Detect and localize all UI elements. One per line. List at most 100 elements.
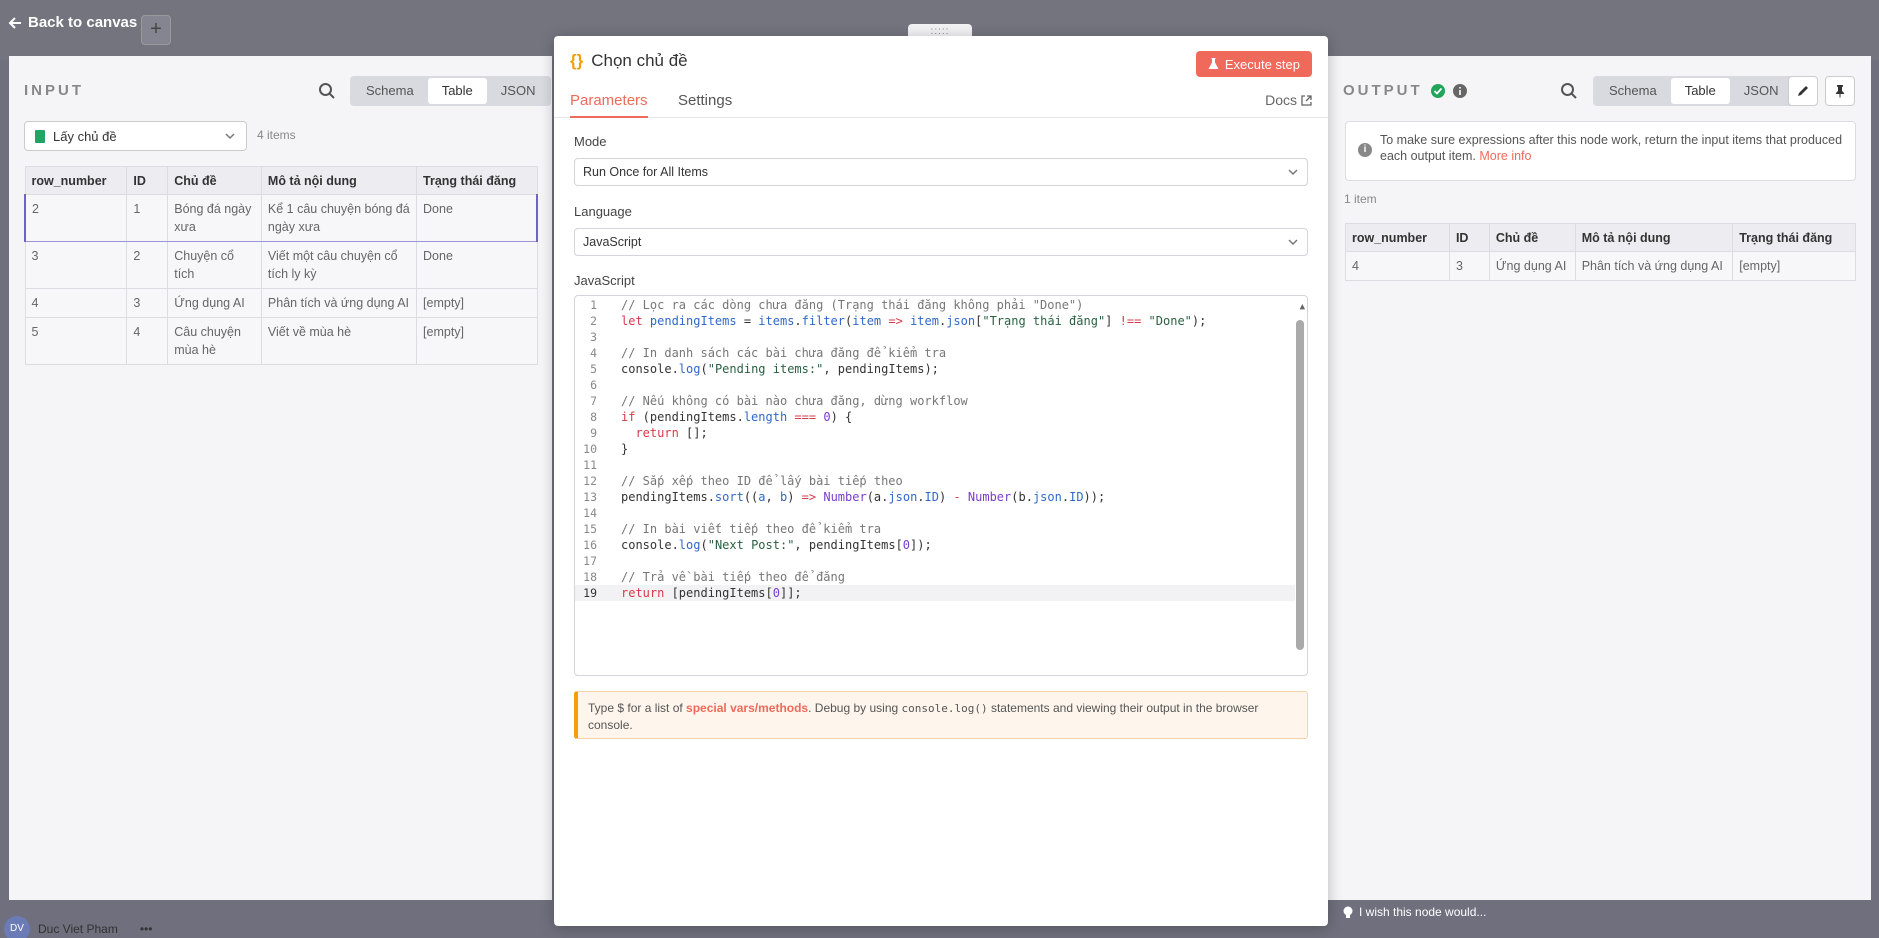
table-cell: 4 <box>1345 251 1450 281</box>
chevron-down-icon <box>1288 169 1298 176</box>
table-cell: Phân tích và ứng dụng AI <box>1574 251 1734 281</box>
table-cell: 4 <box>24 288 128 318</box>
special-vars-link[interactable]: special vars/methods <box>686 701 808 715</box>
input-view-json[interactable]: JSON <box>487 78 550 104</box>
code-line[interactable]: 11 <box>575 457 1295 473</box>
user-menu[interactable]: DV Duc Viet Pham ••• <box>4 916 152 938</box>
code-text: let pendingItems = items.filter(item => … <box>621 314 1207 328</box>
input-title: INPUT <box>24 82 84 99</box>
code-line[interactable]: 4 // In danh sách các bài chưa đăng để ki… <box>575 345 1295 361</box>
column-header: row_number <box>1345 223 1450 252</box>
code-text: console.log("Next Post:", pendingItems[0… <box>621 538 932 552</box>
code-line[interactable]: 6 <box>575 377 1295 393</box>
line-number: 5 <box>590 362 597 376</box>
column-header: Mô tả nội dung <box>260 166 418 195</box>
code-line[interactable]: 14 <box>575 505 1295 521</box>
table-cell: Viết về mùa hè <box>260 317 418 365</box>
code-line[interactable]: 8 if (pendingItems.length === 0) { <box>575 409 1295 425</box>
search-icon[interactable] <box>318 82 336 100</box>
tab-settings[interactable]: Settings <box>678 92 732 116</box>
code-text: // Sắp xếp theo ID để lấy bài tiếp theo <box>621 474 903 488</box>
feedback-label: I wish this node would... <box>1359 905 1487 919</box>
code-line[interactable]: 18 // Trả về bài tiếp theo để đăng <box>575 569 1295 585</box>
input-view-table[interactable]: Table <box>427 78 487 104</box>
table-row[interactable]: 5 4 Câu chuyện mùa hè Viết về mùa hè [empty] <box>24 317 538 365</box>
node-header: {} Chọn chủ đề <box>570 51 688 71</box>
code-line[interactable]: 7 // Nếu không có bài nào chưa đăng, dừng… <box>575 393 1295 409</box>
line-number: 1 <box>590 298 597 312</box>
code-line[interactable]: 12 // Sắp xếp theo ID để lấy bài tiếp the… <box>575 473 1295 489</box>
docs-link[interactable]: Docs <box>1265 92 1312 108</box>
output-view-json[interactable]: JSON <box>1730 78 1793 104</box>
line-number: 2 <box>590 314 597 328</box>
line-number: 3 <box>590 330 597 344</box>
info-icon[interactable] <box>1452 83 1467 98</box>
code-line[interactable]: 1 // Lọc ra các dòng chưa đăng (Trạng thá… <box>575 297 1295 313</box>
hint-code: console.log() <box>901 702 988 715</box>
table-row[interactable]: 2 1 Bóng đá ngày xưa Kể 1 câu chuyện bóng đ… <box>24 194 539 242</box>
table-row[interactable]: 3 2 Chuyện cổ tích Viết một câu chuyện cổ t… <box>24 241 538 289</box>
node-modal: {} Chọn chủ đề Execute step Parameters S… <box>554 36 1328 926</box>
table-cell: 2 <box>126 241 169 289</box>
table-cell: Phân tích và ứng dụng AI <box>260 288 418 318</box>
table-cell: Viết một câu chuyện cổ tích ly kỳ <box>260 241 418 289</box>
info-icon: i <box>1358 143 1372 157</box>
back-to-canvas-link[interactable]: Back to canvas <box>8 14 137 31</box>
line-number: 17 <box>583 554 597 568</box>
input-source-select[interactable]: Lấy chủ đề <box>24 121 247 151</box>
more-info-link[interactable]: More info <box>1479 149 1531 163</box>
output-view-table[interactable]: Table <box>1670 78 1730 104</box>
add-node-button[interactable]: + <box>141 15 171 45</box>
user-menu-dots[interactable]: ••• <box>140 922 153 936</box>
input-table: row_number ID Chủ đề Mô tả nội dung Trạng th… <box>24 166 539 365</box>
execute-step-button[interactable]: Execute step <box>1195 51 1312 77</box>
code-line[interactable]: 2 let pendingItems = items.filter(item =>… <box>575 313 1295 329</box>
code-text: console.log("Pending items:", pendingIte… <box>621 362 939 376</box>
tab-parameters[interactable]: Parameters <box>570 92 648 118</box>
feedback-link[interactable]: I wish this node would... <box>1343 905 1486 919</box>
arrow-left-icon <box>8 16 21 29</box>
line-number: 10 <box>583 442 597 456</box>
table-cell: Bóng đá ngày xưa <box>167 194 262 242</box>
table-cell: [empty] <box>416 317 538 365</box>
code-line[interactable]: 17 <box>575 553 1295 569</box>
table-cell: Chuyện cổ tích <box>167 241 262 289</box>
line-number: 16 <box>583 538 597 552</box>
code-editor[interactable]: ▲ 1 // Lọc ra các dòng chưa đăng (Trạng t… <box>574 295 1308 676</box>
code-line[interactable]: 15 // In bài viết tiếp theo để kiểm tra <box>575 521 1295 537</box>
output-info-text: To make sure expressions after this node… <box>1380 133 1843 163</box>
table-row[interactable]: 4 3 Ứng dụng AI Phân tích và ứng dụng AI [em… <box>24 288 538 318</box>
mode-select[interactable]: Run Once for All Items <box>574 158 1308 186</box>
code-line[interactable]: 10} <box>575 441 1295 457</box>
edit-output-button[interactable] <box>1788 76 1818 106</box>
table-row[interactable]: 4 3 Ứng dụng AI Phân tích và ứng dụng AI [em… <box>1345 251 1856 281</box>
input-panel: INPUT Schema Table JSON Lấy chủ đề 4 ite… <box>9 56 552 900</box>
line-number: 19 <box>583 586 597 600</box>
mode-label: Mode <box>574 134 607 149</box>
scroll-up-icon[interactable]: ▲ <box>1300 302 1305 312</box>
input-view-schema[interactable]: Schema <box>352 78 428 104</box>
pin-data-button[interactable] <box>1825 76 1855 106</box>
code-text: } <box>621 442 629 456</box>
code-line[interactable]: 5 console.log("Pending items:", pendingIt… <box>575 361 1295 377</box>
code-line[interactable]: 9 return []; <box>575 425 1295 441</box>
output-view-schema[interactable]: Schema <box>1595 78 1671 104</box>
code-line[interactable]: 3 <box>575 329 1295 345</box>
output-title-wrap: OUTPUT <box>1343 82 1467 99</box>
table-cell: Câu chuyện mùa hè <box>167 317 262 365</box>
code-line[interactable]: 19 return [pendingItems[0]]; <box>575 585 1295 601</box>
user-name: Duc Viet Pham <box>38 922 118 936</box>
language-select[interactable]: JavaScript <box>574 228 1308 256</box>
node-title[interactable]: Chọn chủ đề <box>591 51 687 71</box>
line-number: 7 <box>590 394 597 408</box>
search-icon[interactable] <box>1560 82 1578 100</box>
output-info-box: i To make sure expressions after this no… <box>1345 121 1856 181</box>
code-braces-icon: {} <box>570 51 584 70</box>
table-cell: Ứng dụng AI <box>167 288 262 318</box>
column-header: Mô tả nội dung <box>1574 223 1734 252</box>
table-cell: 4 <box>126 317 169 365</box>
code-text: return [pendingItems[0]]; <box>621 586 802 600</box>
code-line[interactable]: 13 pendingItems.sort((a, b) => Number(a.j… <box>575 489 1295 505</box>
code-line[interactable]: 16 console.log("Next Post:", pendingItems… <box>575 537 1295 553</box>
editor-scrollbar[interactable] <box>1296 320 1304 650</box>
